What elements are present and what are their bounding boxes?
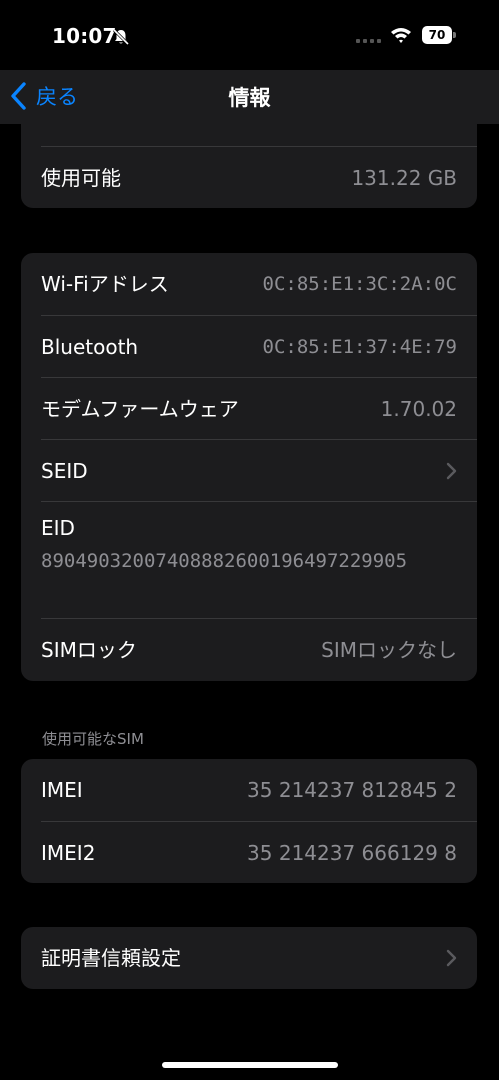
wifi-icon xyxy=(391,28,411,43)
modem-firmware-row: モデムファームウェア 1.70.02 xyxy=(21,378,477,440)
bluetooth-value: 0C:85:E1:37:4E:79 xyxy=(262,336,457,358)
status-time: 10:07 xyxy=(52,24,117,48)
sim-lock-row: SIMロック SIMロックなし xyxy=(21,619,477,681)
battery-icon: 70 xyxy=(422,26,452,44)
imei2-value: 35 214237 666129 8 xyxy=(247,841,457,865)
certificate-trust-group: 証明書信頼設定 xyxy=(21,927,477,989)
certificate-trust-label: 証明書信頼設定 xyxy=(41,946,181,970)
chevron-right-icon xyxy=(446,462,457,480)
available-value: 131.22 GB xyxy=(351,166,457,190)
imei2-row: IMEI2 35 214237 666129 8 xyxy=(21,822,477,883)
storage-group: 使用可能 131.22 GB xyxy=(21,124,477,208)
sim-lock-label: SIMロック xyxy=(41,638,137,662)
home-indicator[interactable] xyxy=(162,1062,338,1068)
imei2-label: IMEI2 xyxy=(41,841,96,865)
imei-group: IMEI 35 214237 812845 2 IMEI2 35 214237 … xyxy=(21,759,477,883)
eid-label: EID xyxy=(41,516,75,540)
modem-firmware-label: モデムファームウェア xyxy=(41,397,239,421)
wifi-address-row: Wi-Fiアドレス 0C:85:E1:3C:2A:0C xyxy=(21,253,477,315)
chevron-right-icon xyxy=(446,949,457,967)
available-row: 使用可能 131.22 GB xyxy=(21,147,477,208)
imei-value: 35 214237 812845 2 xyxy=(247,778,457,802)
available-label: 使用可能 xyxy=(41,166,121,190)
bell-muted-icon xyxy=(112,28,130,46)
certificate-trust-row[interactable]: 証明書信頼設定 xyxy=(21,927,477,989)
page-title: 情報 xyxy=(228,86,271,110)
navigation-bar: 戻る 情報 xyxy=(0,70,499,124)
seid-label: SEID xyxy=(41,459,88,483)
wifi-address-value: 0C:85:E1:3C:2A:0C xyxy=(262,273,457,295)
network-info-group: Wi-Fiアドレス 0C:85:E1:3C:2A:0C Bluetooth 0C… xyxy=(21,253,477,681)
bluetooth-label: Bluetooth xyxy=(41,335,139,359)
seid-row[interactable]: SEID xyxy=(21,440,477,502)
available-sim-header: 使用可能なSIM xyxy=(42,730,144,748)
imei-row: IMEI 35 214237 812845 2 xyxy=(21,759,477,821)
sim-lock-value: SIMロックなし xyxy=(321,638,457,662)
bluetooth-row: Bluetooth 0C:85:E1:37:4E:79 xyxy=(21,316,477,378)
eid-row: EID 89049032007408882600196497229905 xyxy=(21,502,477,618)
status-bar: 10:07 70 xyxy=(0,0,499,70)
eid-value: 89049032007408882600196497229905 xyxy=(41,550,408,572)
battery-cap xyxy=(453,32,456,38)
wifi-address-label: Wi-Fiアドレス xyxy=(41,272,169,296)
modem-firmware-value: 1.70.02 xyxy=(380,397,457,421)
cellular-signal-icon xyxy=(356,39,381,43)
imei-label: IMEI xyxy=(41,778,83,802)
